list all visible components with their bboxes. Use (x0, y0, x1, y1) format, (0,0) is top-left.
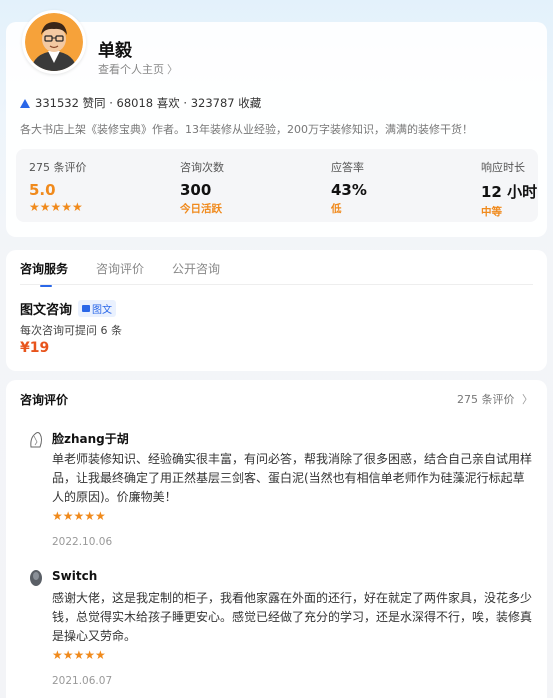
service-description: 每次咨询可提问 6 条 (20, 324, 122, 337)
tab-consult-service[interactable]: 咨询服务 (20, 260, 68, 287)
metric-sub: 中等 (481, 206, 502, 218)
metric-label: 275 条评价 (29, 161, 87, 174)
image-text-icon (82, 305, 91, 312)
expert-name: 单毅 (98, 41, 132, 61)
review-text: 感谢大佬，这是我定制的柜子，我看他家露在外面的还行，好在就定了两件家具，没花多少… (52, 591, 533, 643)
metric-label: 响应时长 (481, 161, 525, 174)
review-stars: ★★★★★ (52, 648, 106, 662)
review-item: 脸zhang于胡 单老师装修知识、经验确实很丰富，有问必答，帮我消除了很多困惑，… (20, 430, 538, 550)
service-item-text-consult[interactable]: 图文咨询 图文 (20, 299, 117, 318)
review-text: 单老师装修知识、经验确实很丰富，有问必答，帮我消除了很多困惑，结合自己亲自试用样… (52, 452, 533, 504)
tab-divider (20, 284, 533, 285)
metric-rating[interactable]: 275 条评价 5.0 ★★★★★ (29, 159, 87, 214)
metric-value: 43% (331, 181, 367, 199)
metric-value: 5.0 (29, 181, 56, 199)
metric-label: 咨询次数 (180, 161, 224, 174)
metric-response-time: 响应时长 12 小时 中等 (481, 159, 537, 219)
reviewer-avatar (28, 430, 44, 448)
chevron-right-icon: 〉 (522, 393, 533, 406)
rating-stars: ★★★★★ (29, 200, 83, 214)
metric-value: 300 (180, 181, 212, 199)
reviewer-name: Switch (52, 569, 98, 583)
tab-consult-reviews[interactable]: 咨询评价 (96, 260, 144, 287)
chevron-right-icon: 〉 (167, 63, 178, 76)
service-card: 咨询服务 咨询评价 公开咨询 图文咨询 图文 每次咨询可提问 6 条 ¥19 (6, 250, 547, 371)
tab-public-consult[interactable]: 公开咨询 (172, 260, 220, 287)
reviewer-name: 脸zhang于胡 (52, 432, 129, 446)
service-badge-label: 图文 (92, 305, 113, 316)
tab-bar: 咨询服务 咨询评价 公开咨询 (20, 260, 220, 287)
review-stars: ★★★★★ (52, 509, 106, 523)
service-badge: 图文 (78, 300, 117, 317)
metric-sub: 低 (331, 203, 342, 215)
metric-response-rate: 应答率 43% 低 (331, 159, 367, 216)
metric-label: 应答率 (331, 161, 364, 174)
reviews-card: 咨询评价 275 条评价 〉 脸zhang于胡 单老师装修知识、经验确实很丰富，… (6, 380, 547, 698)
metric-value: 12 小时 (481, 183, 538, 201)
service-price: ¥19 (20, 340, 50, 356)
expert-avatar[interactable] (22, 10, 86, 74)
upvote-icon (20, 98, 30, 108)
metric-sub: 今日活跃 (180, 203, 222, 215)
service-title: 图文咨询 (20, 303, 73, 318)
review-date: 2022.10.06 (52, 536, 113, 548)
stats-text: 331532 赞同 · 68018 喜欢 · 323787 收藏 (35, 96, 262, 110)
reviews-count-link[interactable]: 275 条评价 〉 (457, 391, 533, 407)
expert-bio: 各大书店上架《装修宝典》作者。13年装修从业经验，200万字装修知识，满满的装修… (20, 123, 473, 136)
reviews-title: 咨询评价 (20, 393, 69, 407)
review-date: 2021.06.07 (52, 675, 113, 687)
metric-consult-count: 咨询次数 300 今日活跃 (180, 159, 224, 216)
reviewer-avatar (28, 569, 44, 587)
view-homepage-label: 查看个人主页 (98, 63, 164, 76)
reviews-count: 275 条评价 (457, 393, 515, 406)
review-item: Switch 感谢大佬，这是我定制的柜子，我看他家露在外面的还行，好在就定了两件… (20, 569, 538, 689)
view-homepage-link[interactable]: 查看个人主页〉 (98, 61, 178, 77)
metrics-panel: 275 条评价 5.0 ★★★★★ 咨询次数 300 今日活跃 应答率 43% … (16, 149, 538, 222)
profile-card: 单毅 查看个人主页〉 331532 赞同 · 68018 喜欢 · 323787… (6, 10, 547, 237)
stats-line: 331532 赞同 · 68018 喜欢 · 323787 收藏 (20, 95, 261, 111)
